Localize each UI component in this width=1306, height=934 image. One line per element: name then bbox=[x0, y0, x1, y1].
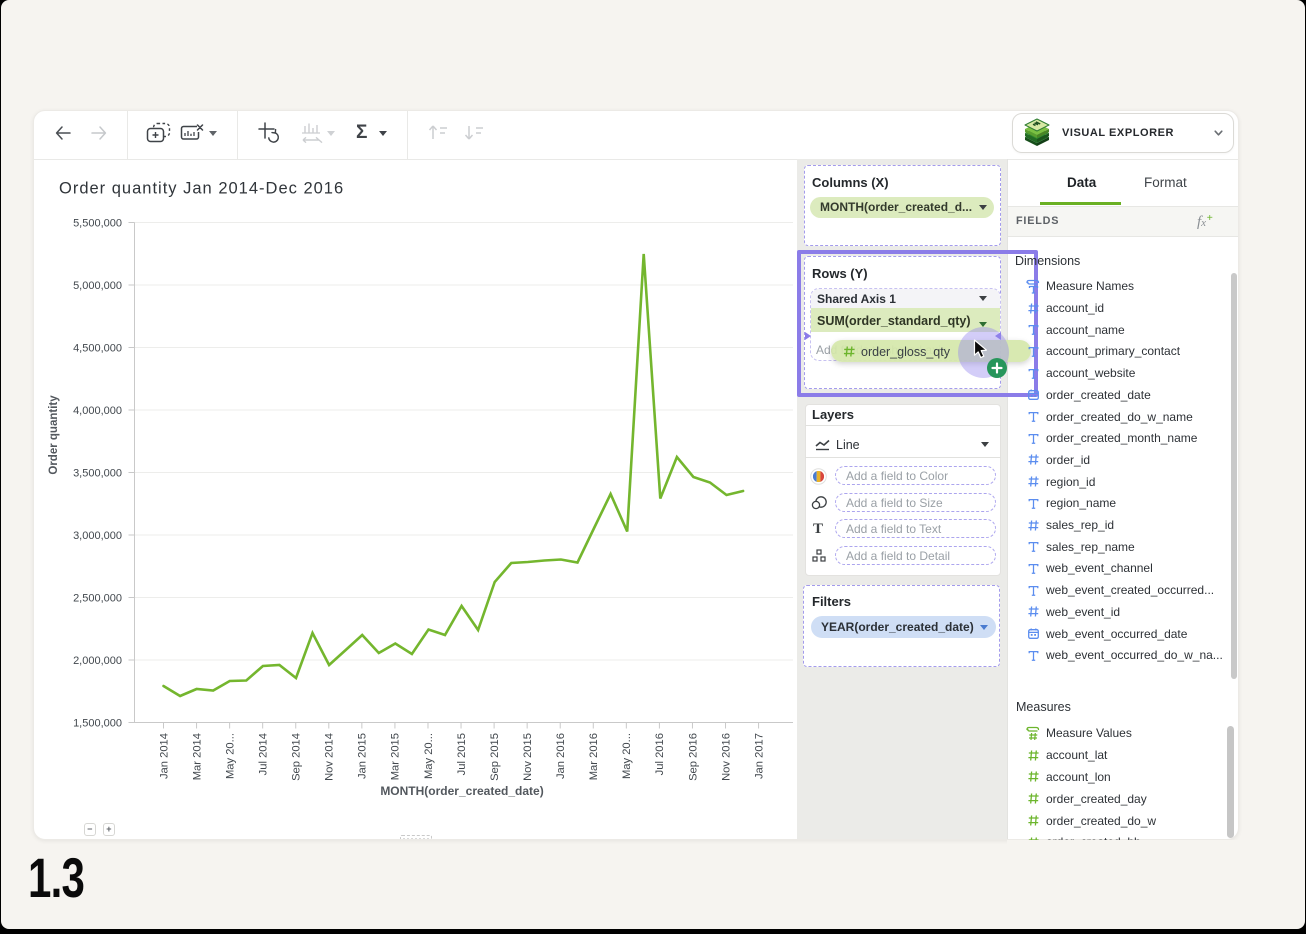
svg-text:May 20...: May 20... bbox=[621, 733, 633, 779]
svg-text:Jul 2016: Jul 2016 bbox=[654, 733, 666, 775]
svg-text:Jan 2016: Jan 2016 bbox=[555, 733, 567, 779]
svg-text:May 20...: May 20... bbox=[423, 733, 435, 779]
svg-text:Mar 2016: Mar 2016 bbox=[588, 733, 600, 780]
svg-text:3,500,000: 3,500,000 bbox=[73, 467, 122, 479]
svg-text:4,500,000: 4,500,000 bbox=[73, 342, 122, 354]
svg-text:Jul 2015: Jul 2015 bbox=[456, 733, 468, 775]
svg-text:May 20...: May 20... bbox=[224, 733, 236, 779]
svg-text:Sep 2015: Sep 2015 bbox=[489, 733, 501, 781]
svg-text:Jan 2014: Jan 2014 bbox=[158, 733, 170, 779]
svg-text:1,500,000: 1,500,000 bbox=[73, 717, 122, 729]
svg-text:Sep 2014: Sep 2014 bbox=[291, 733, 303, 781]
svg-text:Nov 2015: Nov 2015 bbox=[522, 733, 534, 781]
svg-text:Nov 2014: Nov 2014 bbox=[324, 733, 336, 781]
svg-text:Nov 2016: Nov 2016 bbox=[720, 733, 732, 781]
svg-text:Sep 2016: Sep 2016 bbox=[687, 733, 699, 781]
svg-text:Jul 2014: Jul 2014 bbox=[257, 733, 269, 775]
svg-text:3,000,000: 3,000,000 bbox=[73, 529, 122, 541]
svg-text:2,000,000: 2,000,000 bbox=[73, 654, 122, 666]
svg-text:Order quantity Jan 2014-Dec 20: Order quantity Jan 2014-Dec 2016 bbox=[59, 179, 344, 197]
svg-text:2,500,000: 2,500,000 bbox=[73, 592, 122, 604]
svg-text:Jan 2015: Jan 2015 bbox=[357, 733, 369, 779]
svg-text:Order quantity: Order quantity bbox=[48, 394, 60, 474]
svg-text:Mar 2014: Mar 2014 bbox=[191, 733, 203, 780]
svg-text:5,000,000: 5,000,000 bbox=[73, 279, 122, 291]
svg-text:Mar 2015: Mar 2015 bbox=[390, 733, 402, 780]
svg-text:5,500,000: 5,500,000 bbox=[73, 217, 122, 229]
svg-text:4,000,000: 4,000,000 bbox=[73, 404, 122, 416]
svg-text:Jan 2017: Jan 2017 bbox=[753, 733, 765, 779]
svg-text:MONTH(order_created_date): MONTH(order_created_date) bbox=[380, 784, 543, 798]
